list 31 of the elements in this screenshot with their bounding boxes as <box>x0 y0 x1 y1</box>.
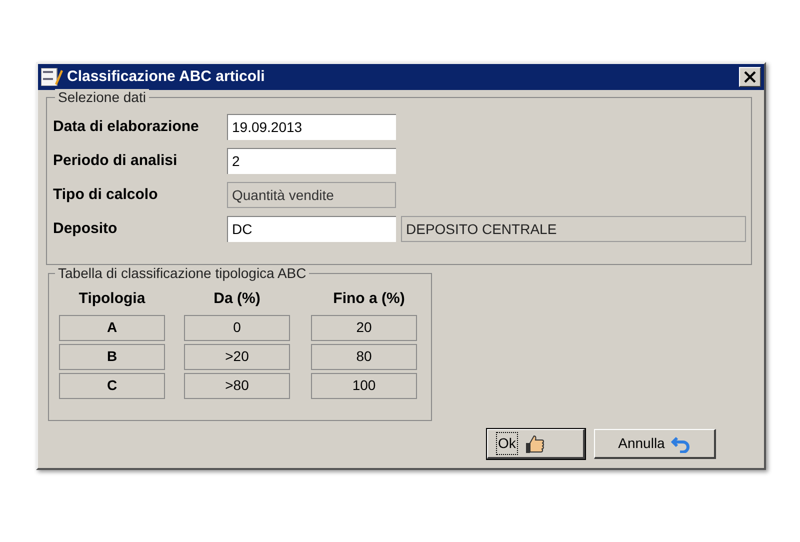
description-field: DEPOSITO CENTRALE <box>401 216 746 242</box>
column-header: Tipologia <box>78 289 146 309</box>
table-cell: >80 <box>184 372 290 398</box>
close-icon <box>744 71 756 83</box>
close-button[interactable] <box>739 67 761 87</box>
group-legend: Selezione dati <box>55 89 149 105</box>
field-label: Periodo di analisi <box>53 150 178 171</box>
undo-arrow-icon <box>670 434 691 452</box>
table-cell: 0 <box>184 314 290 340</box>
group-legend: Tabella di classificazione tipologica ABC <box>55 265 310 281</box>
cancel-button[interactable]: Annulla <box>594 429 716 459</box>
ok-button[interactable]: Ok <box>487 429 585 459</box>
table-cell: A <box>59 314 165 340</box>
field-label: Data di elaborazione <box>53 116 200 137</box>
readonly-field: Quantità vendite <box>227 182 396 208</box>
table-cell: C <box>59 372 165 398</box>
column-header: Fino a (%) <box>332 289 406 309</box>
table-cell: 20 <box>311 314 417 340</box>
input-field[interactable]: DC <box>227 216 396 242</box>
field-label: Deposito <box>53 218 118 239</box>
input-field[interactable]: 2 <box>227 148 396 174</box>
column-header: Da (%) <box>212 289 262 309</box>
field-label: Tipo di calcolo <box>53 184 159 205</box>
input-field[interactable]: 19.09.2013 <box>227 114 396 140</box>
thumbs-up-icon <box>524 434 546 454</box>
table-cell: 80 <box>311 344 417 370</box>
app-icon <box>41 68 63 86</box>
table-cell: 100 <box>311 372 417 398</box>
table-cell: B <box>59 344 165 370</box>
table-cell: >20 <box>184 344 290 370</box>
window-title: Classificazione ABC articoli <box>67 66 265 87</box>
